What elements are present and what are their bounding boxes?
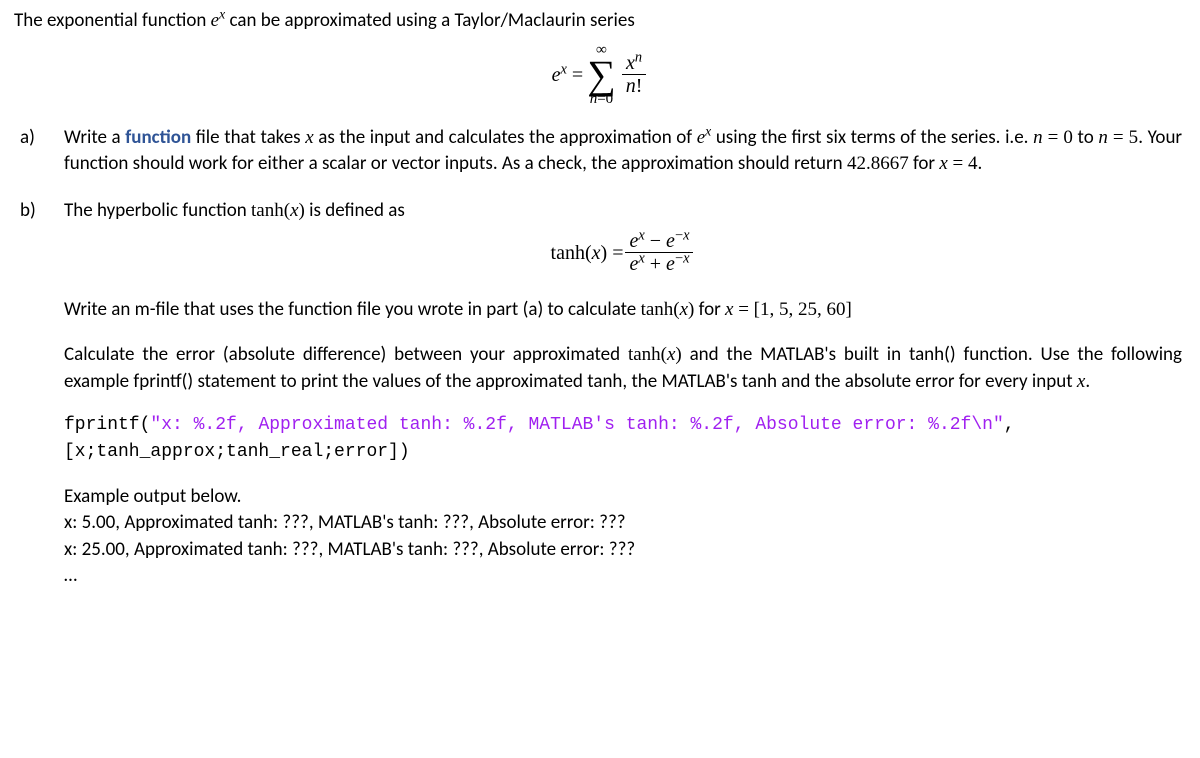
intro-line: The exponential function ex can be appro…: [14, 8, 1186, 35]
part-b-label: b): [14, 198, 64, 590]
fraction-xn-nfact: xn n!: [622, 52, 647, 97]
equation-tanh: tanh(x) = ex − e−x ex + e−x: [64, 230, 1182, 275]
part-b-intro: The hyperbolic function tanh(x) is defin…: [64, 198, 1182, 225]
example-dots: …: [64, 563, 1182, 590]
intro-e: ex: [211, 10, 226, 31]
intro-suffix: can be approximated using a Taylor/Macla…: [225, 9, 635, 32]
intro-prefix: The exponential function: [14, 9, 211, 32]
code-line2: [x;tanh_approx;tanh_real;error]): [64, 440, 1182, 465]
example-head: Example output below.: [64, 484, 1182, 511]
equation-taylor: ex = ∞ ∑ n=0 xn n!: [14, 43, 1186, 107]
summation-symbol: ∞ ∑ n=0: [587, 43, 616, 107]
example-output: Example output below. x: 5.00, Approxima…: [64, 484, 1182, 590]
part-b-p1: Write an m-file that uses the function f…: [64, 297, 1182, 324]
part-a: a) Write a function file that takes x as…: [14, 125, 1186, 178]
part-a-body: Write a function file that takes x as th…: [64, 125, 1186, 178]
example-line-1: x: 5.00, Approximated tanh: ???, MATLAB'…: [64, 510, 1182, 537]
code-string: "x: %.2f, Approximated tanh: %.2f, MATLA…: [150, 415, 1003, 435]
function-keyword: function: [125, 126, 191, 149]
part-a-label: a): [14, 125, 64, 178]
code-fn: fprintf(: [64, 415, 150, 435]
part-b: b) The hyperbolic function tanh(x) is de…: [14, 198, 1186, 590]
example-line-2: x: 25.00, Approximated tanh: ???, MATLAB…: [64, 537, 1182, 564]
part-b-body: The hyperbolic function tanh(x) is defin…: [64, 198, 1186, 590]
code-block: fprintf("x: %.2f, Approximated tanh: %.2…: [64, 413, 1182, 465]
fraction-tanh: ex − e−x ex + e−x: [625, 230, 693, 275]
part-b-p2: Calculate the error (absolute difference…: [64, 342, 1182, 395]
